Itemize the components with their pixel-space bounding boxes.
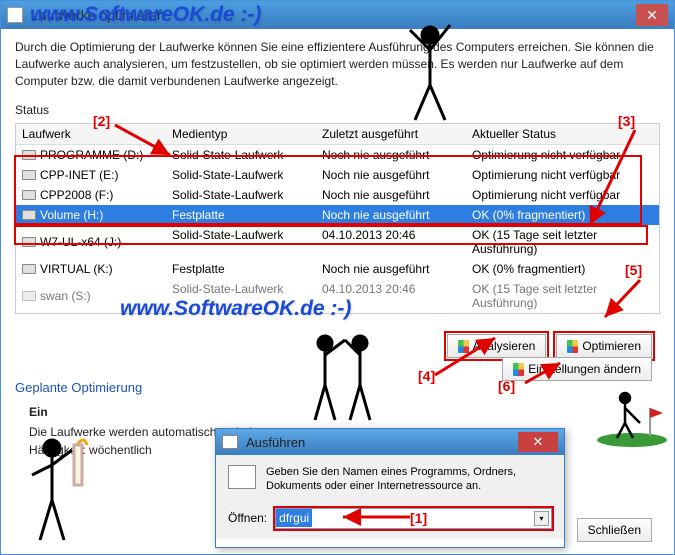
col-status[interactable]: Aktueller Status <box>466 124 659 144</box>
table-row[interactable]: VIRTUAL (K:) Festplatte Noch nie ausgefü… <box>16 259 659 279</box>
table-row-selected[interactable]: Volume (H:) Festplatte Noch nie ausgefüh… <box>16 205 659 225</box>
run-input-value: dfrgui <box>276 509 312 527</box>
run-icon <box>222 435 238 449</box>
col-mediatype[interactable]: Medientyp <box>166 124 316 144</box>
shield-icon <box>567 340 578 353</box>
shield-icon <box>458 340 469 353</box>
sched-heading: Geplante Optimierung <box>15 380 660 395</box>
drive-icon <box>22 150 36 160</box>
run-app-icon <box>228 465 256 489</box>
col-drive[interactable]: Laufwerk <box>16 124 166 144</box>
drives-table: Laufwerk Medientyp Zuletzt ausgeführt Ak… <box>15 123 660 314</box>
table-row[interactable]: CPP2008 (F:) Solid-State-Laufwerk Noch n… <box>16 185 659 205</box>
sched-state: Ein <box>29 405 660 419</box>
drive-icon <box>22 264 36 274</box>
run-dialog: Ausführen ✕ Geben Sie den Namen eines Pr… <box>215 428 565 548</box>
chevron-down-icon[interactable]: ▾ <box>534 511 549 526</box>
table-row[interactable]: swan (S:) Solid-State-Laufwerk 04.10.201… <box>16 279 659 313</box>
table-row[interactable]: CPP-INET (E:) Solid-State-Laufwerk Noch … <box>16 165 659 185</box>
close-window-button[interactable]: ✕ <box>636 4 668 26</box>
run-input[interactable]: dfrgui ▾ <box>275 508 552 529</box>
analyze-button[interactable]: Analysieren <box>447 334 547 358</box>
drive-icon <box>22 291 36 301</box>
run-description: Geben Sie den Namen eines Programms, Ord… <box>266 465 552 494</box>
change-settings-button[interactable]: Einstellungen ändern <box>502 357 652 381</box>
table-row[interactable]: PROGRAMME (D:) Solid-State-Laufwerk Noch… <box>16 145 659 165</box>
intro-text: Durch die Optimierung der Laufwerke könn… <box>15 39 660 89</box>
titlebar[interactable]: Laufwerke optimieren ✕ <box>1 1 674 29</box>
app-icon <box>7 7 23 23</box>
run-title: Ausführen <box>246 435 305 450</box>
optimize-button[interactable]: Optimieren <box>556 334 652 358</box>
drive-icon <box>22 210 36 220</box>
close-button[interactable]: Schließen <box>577 518 652 542</box>
drive-icon <box>22 170 36 180</box>
window-title: Laufwerke optimieren <box>31 7 165 23</box>
run-open-label: Öffnen: <box>228 511 267 525</box>
table-row[interactable]: W7-UL-x64 (J:) Solid-State-Laufwerk 04.1… <box>16 225 659 259</box>
drive-icon <box>22 237 36 247</box>
run-close-button[interactable]: ✕ <box>518 432 558 452</box>
drive-icon <box>22 190 36 200</box>
status-label: Status <box>15 103 49 117</box>
col-lastrun[interactable]: Zuletzt ausgeführt <box>316 124 466 144</box>
table-header: Laufwerk Medientyp Zuletzt ausgeführt Ak… <box>16 124 659 145</box>
run-titlebar[interactable]: Ausführen ✕ <box>216 429 564 455</box>
shield-icon <box>513 363 524 376</box>
